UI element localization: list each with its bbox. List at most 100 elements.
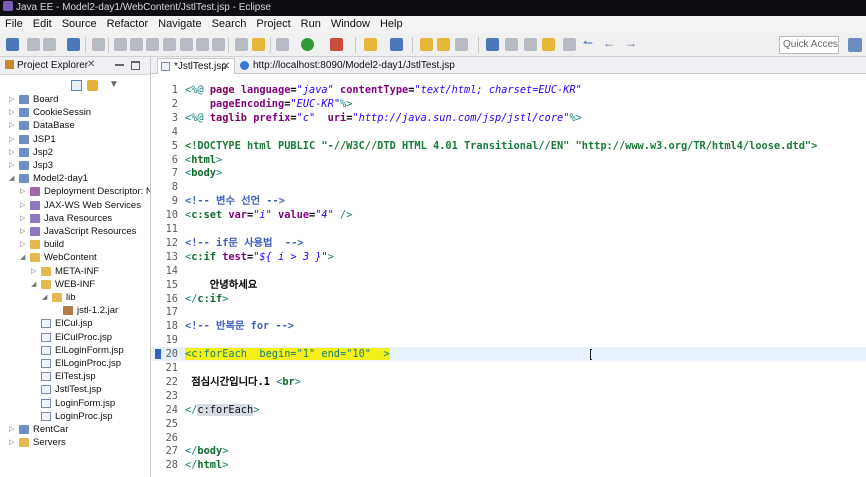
expand-icon[interactable]: ▷ (20, 225, 28, 238)
menu-source[interactable]: Source (57, 16, 102, 33)
view-menu-icon[interactable]: ▼ (109, 79, 119, 90)
menu-file[interactable]: File (0, 16, 28, 33)
tree-item[interactable]: ▷ JSP1 (0, 133, 150, 146)
tree-item[interactable]: ElTest.jsp (0, 370, 150, 383)
collapse-icon[interactable]: ◢ (20, 251, 28, 264)
suspend-icon[interactable] (130, 38, 143, 51)
resume-icon[interactable] (114, 38, 127, 51)
collapse-icon[interactable]: ◢ (9, 172, 17, 185)
folder-icon (41, 279, 51, 289)
tree-item[interactable]: jstl-1.2.jar (0, 304, 150, 317)
open-type-icon[interactable] (420, 38, 433, 51)
tree-item[interactable]: ▷ META-INF (0, 265, 150, 278)
expand-icon[interactable]: ▷ (9, 133, 17, 146)
previous-annotation-icon[interactable] (563, 38, 576, 51)
expand-icon[interactable]: ▷ (20, 238, 28, 251)
menu-window[interactable]: Window (326, 16, 375, 33)
last-edit-icon[interactable]: ↼ (583, 37, 596, 50)
expand-icon[interactable]: ▷ (20, 185, 28, 198)
expand-icon[interactable]: ▷ (9, 146, 17, 159)
tree-item[interactable]: ▷ Servers (0, 436, 150, 449)
debug-icon[interactable] (276, 38, 289, 51)
collapse-icon[interactable]: ◢ (42, 291, 50, 304)
save-icon[interactable] (27, 38, 40, 51)
tree-item[interactable]: ▷ Board (0, 93, 150, 106)
run-icon[interactable] (301, 38, 314, 51)
server-icon[interactable] (252, 38, 265, 51)
tree-item[interactable]: ▷ Jsp2 (0, 146, 150, 159)
menu-help[interactable]: Help (375, 16, 408, 33)
expand-icon[interactable]: ▷ (9, 436, 17, 449)
tree-item[interactable]: ElLoginProc.jsp (0, 357, 150, 370)
menu-search[interactable]: Search (207, 16, 252, 33)
step-over-icon[interactable] (196, 38, 209, 51)
search-icon[interactable] (455, 38, 468, 51)
expand-icon[interactable]: ▷ (9, 119, 17, 132)
terminate-icon[interactable] (146, 38, 159, 51)
expand-icon[interactable]: ▷ (9, 106, 17, 119)
tree-item[interactable]: ▷ JavaScript Resources (0, 225, 150, 238)
save-all-icon[interactable] (43, 38, 56, 51)
tree-item[interactable]: ▷ JAX-WS Web Services (0, 199, 150, 212)
show-whitespace-icon[interactable] (235, 38, 248, 51)
collapse-icon[interactable]: ◢ (31, 278, 39, 291)
expand-icon[interactable]: ▷ (9, 159, 17, 172)
back-icon[interactable]: ← (603, 37, 616, 50)
tree-item[interactable]: ▷ Deployment Descriptor: N (0, 185, 150, 198)
tree-item[interactable]: ▷ DataBase (0, 119, 150, 132)
toggle-mark-occurrences-icon[interactable] (505, 38, 518, 51)
menu-project[interactable]: Project (251, 16, 295, 33)
editor-tab-jstltest[interactable]: *JstlTest.jsp ✕ (157, 58, 235, 74)
maximize-icon[interactable] (131, 61, 140, 70)
link-with-editor-icon[interactable] (87, 80, 98, 91)
code-editor[interactable]: 1 <%@ page language="java" contentType="t… (151, 75, 866, 477)
expand-icon[interactable]: ▷ (9, 423, 17, 436)
expand-icon[interactable]: ▷ (9, 93, 17, 106)
expand-icon[interactable]: ▷ (20, 212, 28, 225)
tree-item[interactable]: ▷ Jsp3 (0, 159, 150, 172)
tree-item[interactable]: ▷ CookieSessin (0, 106, 150, 119)
quick-access-input[interactable]: Quick Access (779, 36, 839, 54)
new-icon[interactable] (6, 38, 19, 51)
minimize-icon[interactable] (115, 64, 124, 73)
tree-item[interactable]: ElCulProc.jsp (0, 331, 150, 344)
tree-item[interactable]: ElCul.jsp (0, 317, 150, 330)
web-browser-icon[interactable] (486, 38, 499, 51)
tree-item[interactable]: ◢ WebContent (0, 251, 150, 264)
tree-item[interactable]: ElLoginForm.jsp (0, 344, 150, 357)
tree-item[interactable]: ▷ Java Resources (0, 212, 150, 225)
expand-icon[interactable]: ▷ (20, 199, 28, 212)
disconnect-icon[interactable] (163, 38, 176, 51)
menu-edit[interactable]: Edit (28, 16, 57, 33)
forward-icon[interactable]: → (625, 37, 638, 50)
step-into-icon[interactable] (180, 38, 193, 51)
open-perspective-icon[interactable] (848, 38, 862, 52)
close-tab-icon[interactable]: ✕ (87, 59, 95, 70)
tree-item[interactable]: ◢ Model2-day1 (0, 172, 150, 185)
close-tab-icon[interactable]: ✕ (222, 59, 230, 74)
code-line: 17 (151, 305, 866, 319)
skip-breakpoints-icon[interactable] (92, 38, 105, 51)
tree-item[interactable]: ◢ lib (0, 291, 150, 304)
tree-item[interactable]: ▷ RentCar (0, 423, 150, 436)
project-explorer-tab[interactable]: Project Explorer ✕ (0, 57, 150, 75)
collapse-all-icon[interactable] (71, 80, 82, 91)
external-tools-icon[interactable] (330, 38, 343, 51)
tree-item[interactable]: JstlTest.jsp (0, 383, 150, 396)
menu-refactor[interactable]: Refactor (102, 16, 154, 33)
new-java-project-icon[interactable] (364, 38, 377, 51)
tree-item[interactable]: LoginProc.jsp (0, 410, 150, 423)
next-annotation-icon[interactable] (542, 38, 555, 51)
menu-navigate[interactable]: Navigate (153, 16, 206, 33)
tree-item[interactable]: LoginForm.jsp (0, 397, 150, 410)
editor-tab-browser[interactable]: http://localhost:8090/Model2-day1/JstlTe… (237, 58, 472, 74)
new-class-icon[interactable] (390, 38, 403, 51)
tree-item[interactable]: ◢ WEB-INF (0, 278, 150, 291)
expand-icon[interactable]: ▷ (31, 265, 39, 278)
step-return-icon[interactable] (212, 38, 225, 51)
menu-run[interactable]: Run (296, 16, 326, 33)
tree-item[interactable]: ▷ build (0, 238, 150, 251)
annotation-icon[interactable] (524, 38, 537, 51)
open-task-icon[interactable] (437, 38, 450, 51)
open-console-icon[interactable] (67, 38, 80, 51)
